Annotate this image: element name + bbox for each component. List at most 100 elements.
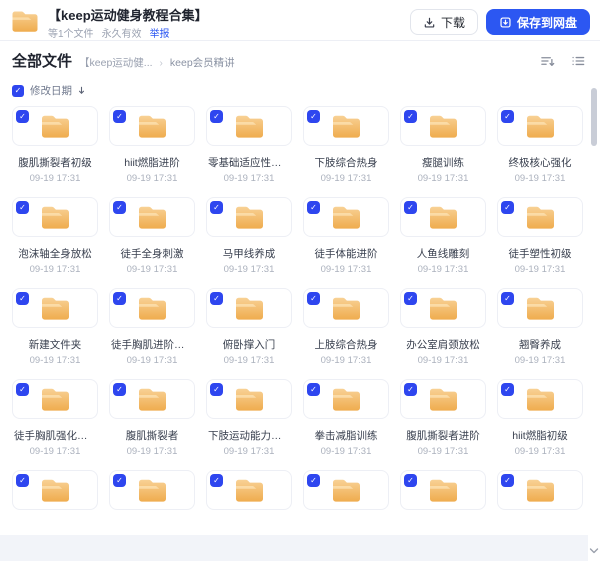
tile-checkbox[interactable]: ✓ (501, 292, 514, 305)
folder-tile[interactable]: ✓ 徒手体能进阶 09-19 17:31 (303, 197, 389, 275)
folder-tile[interactable]: ✓ (206, 470, 292, 510)
file-date: 09-19 17:31 (514, 446, 566, 457)
check-icon: ✓ (504, 475, 511, 485)
check-icon: ✓ (407, 384, 414, 394)
check-icon: ✓ (407, 202, 414, 212)
tile-checkbox[interactable]: ✓ (307, 201, 320, 214)
folder-tile[interactable]: ✓ 终极核心强化 09-19 17:31 (497, 106, 583, 184)
tile-checkbox[interactable]: ✓ (501, 383, 514, 396)
scrollbar-thumb[interactable] (591, 88, 597, 146)
folder-icon (524, 477, 557, 504)
tile-checkbox[interactable]: ✓ (307, 474, 320, 487)
tile-checkbox[interactable]: ✓ (210, 110, 223, 123)
list-view-icon[interactable] (571, 54, 586, 68)
save-to-drive-button[interactable]: 保存到网盘 (485, 9, 590, 35)
tile-checkbox[interactable]: ✓ (404, 110, 417, 123)
check-icon: ✓ (213, 475, 220, 485)
folder-icon (233, 477, 266, 504)
tile-checkbox[interactable]: ✓ (113, 292, 126, 305)
download-button[interactable]: 下载 (409, 9, 478, 35)
tile-checkbox[interactable]: ✓ (16, 474, 29, 487)
folder-tile[interactable]: ✓ hiit燃脂初级 09-19 17:31 (497, 379, 583, 457)
file-date: 09-19 17:31 (29, 355, 81, 366)
tile-checkbox[interactable]: ✓ (113, 474, 126, 487)
folder-tile[interactable]: ✓ 拳击减脂训练 09-19 17:31 (303, 379, 389, 457)
folder-tile[interactable]: ✓ 腹肌撕裂者初级 09-19 17:31 (12, 106, 98, 184)
tile-checkbox[interactable]: ✓ (210, 383, 223, 396)
folder-tile-panel: ✓ (497, 288, 583, 328)
folder-tile[interactable]: ✓ 上肢综合热身 09-19 17:31 (303, 288, 389, 366)
tile-checkbox[interactable]: ✓ (404, 292, 417, 305)
breadcrumb-root[interactable]: 全部文件 (12, 50, 72, 71)
tile-checkbox[interactable]: ✓ (210, 201, 223, 214)
folder-tile-panel: ✓ (12, 288, 98, 328)
folder-tile[interactable]: ✓ 人鱼线雕刻 09-19 17:31 (400, 197, 486, 275)
scroll-down-chevron-icon[interactable] (589, 547, 599, 555)
view-controls (540, 54, 586, 68)
folder-icon (39, 113, 72, 140)
file-date: 09-19 17:31 (223, 264, 275, 275)
file-name: 腹肌撕裂者 (125, 430, 179, 442)
folder-tile[interactable]: ✓ 翘臀养成 09-19 17:31 (497, 288, 583, 366)
sort-icon[interactable] (540, 54, 555, 68)
check-icon: ✓ (504, 111, 511, 121)
folder-tile[interactable]: ✓ 办公室肩颈放松 09-19 17:31 (400, 288, 486, 366)
folder-tile[interactable]: ✓ 徒手全身刺激 09-19 17:31 (109, 197, 195, 275)
file-name: 新建文件夹 (28, 339, 82, 351)
folder-tile[interactable]: ✓ 零基础适应性训练 09-19 17:31 (206, 106, 292, 184)
tile-checkbox[interactable]: ✓ (307, 292, 320, 305)
tile-checkbox[interactable]: ✓ (16, 292, 29, 305)
breadcrumb-parent[interactable]: 【keep运动健... (79, 55, 153, 70)
file-date: 09-19 17:31 (223, 446, 275, 457)
folder-icon (330, 204, 363, 231)
tile-checkbox[interactable]: ✓ (113, 383, 126, 396)
tile-checkbox[interactable]: ✓ (210, 292, 223, 305)
folder-tile-panel: ✓ (303, 106, 389, 146)
folder-tile[interactable]: ✓ (497, 470, 583, 510)
folder-tile[interactable]: ✓ 腹肌撕裂者进阶 09-19 17:31 (400, 379, 486, 457)
check-icon: ✓ (116, 111, 123, 121)
folder-tile[interactable]: ✓ 瘦腿训练 09-19 17:31 (400, 106, 486, 184)
tile-checkbox[interactable]: ✓ (113, 110, 126, 123)
tile-checkbox[interactable]: ✓ (404, 474, 417, 487)
tile-checkbox[interactable]: ✓ (16, 201, 29, 214)
file-name: hiit燃脂初级 (512, 430, 568, 442)
report-link[interactable]: 举报 (150, 25, 170, 40)
tile-checkbox[interactable]: ✓ (501, 201, 514, 214)
folder-tile[interactable]: ✓ 下肢运动能力训练 09-19 17:31 (206, 379, 292, 457)
file-name: 上肢综合热身 (314, 339, 378, 351)
folder-tile[interactable]: ✓ 徒手胸肌进阶训练 09-19 17:31 (109, 288, 195, 366)
file-date: 09-19 17:31 (514, 264, 566, 275)
tile-checkbox[interactable]: ✓ (16, 383, 29, 396)
sort-direction-arrow-icon[interactable] (77, 86, 86, 95)
tile-checkbox[interactable]: ✓ (113, 201, 126, 214)
tile-checkbox[interactable]: ✓ (501, 110, 514, 123)
folder-tile[interactable]: ✓ (109, 470, 195, 510)
tile-checkbox[interactable]: ✓ (404, 201, 417, 214)
check-icon: ✓ (407, 293, 414, 303)
folder-icon (39, 295, 72, 322)
tile-checkbox[interactable]: ✓ (210, 474, 223, 487)
tile-checkbox[interactable]: ✓ (307, 383, 320, 396)
select-all-checkbox[interactable]: ✓ (12, 84, 24, 97)
tile-checkbox[interactable]: ✓ (307, 110, 320, 123)
file-name: 人鱼线雕刻 (416, 248, 470, 260)
folder-tile[interactable]: ✓ hiit燃脂进阶 09-19 17:31 (109, 106, 195, 184)
tile-checkbox[interactable]: ✓ (501, 474, 514, 487)
folder-tile[interactable]: ✓ (303, 470, 389, 510)
folder-tile[interactable]: ✓ 泡沫轴全身放松 09-19 17:31 (12, 197, 98, 275)
folder-tile[interactable]: ✓ 腹肌撕裂者 09-19 17:31 (109, 379, 195, 457)
folder-tile[interactable]: ✓ 俯卧撑入门 09-19 17:31 (206, 288, 292, 366)
folder-tile[interactable]: ✓ 徒手胸肌强化训练 09-19 17:31 (12, 379, 98, 457)
folder-icon (427, 386, 460, 413)
folder-tile[interactable]: ✓ 新建文件夹 09-19 17:31 (12, 288, 98, 366)
file-name: 下肢综合热身 (314, 157, 378, 169)
folder-tile[interactable]: ✓ 下肢综合热身 09-19 17:31 (303, 106, 389, 184)
folder-tile[interactable]: ✓ (12, 470, 98, 510)
folder-tile[interactable]: ✓ 徒手塑性初级 09-19 17:31 (497, 197, 583, 275)
sort-by-label[interactable]: 修改日期 (30, 83, 72, 98)
folder-tile[interactable]: ✓ (400, 470, 486, 510)
tile-checkbox[interactable]: ✓ (16, 110, 29, 123)
folder-tile[interactable]: ✓ 马甲线养成 09-19 17:31 (206, 197, 292, 275)
tile-checkbox[interactable]: ✓ (404, 383, 417, 396)
